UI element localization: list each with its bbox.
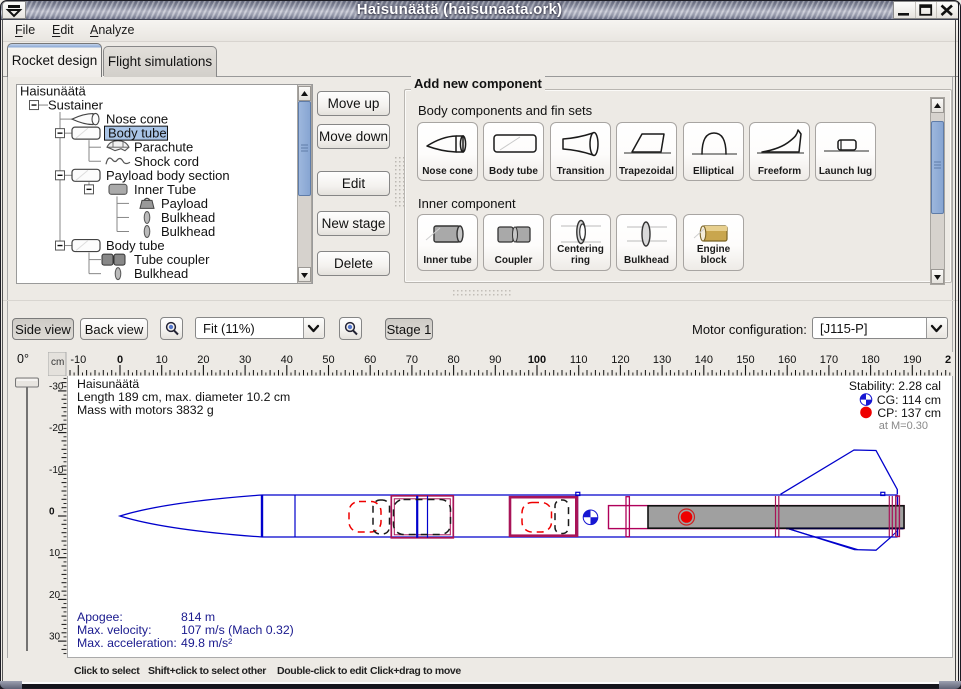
svg-text:Body tube: Body tube bbox=[106, 238, 165, 253]
svg-text:Sustainer: Sustainer bbox=[48, 98, 104, 113]
svg-text:Bulkhead: Bulkhead bbox=[161, 224, 215, 239]
svg-text:Payload: Payload bbox=[161, 196, 208, 211]
svg-text:49.8 m/s²: 49.8 m/s² bbox=[181, 636, 232, 650]
svg-text:Max. acceleration:: Max. acceleration: bbox=[77, 636, 177, 650]
svg-text:Payload body section: Payload body section bbox=[106, 168, 230, 183]
svg-text:Haisunäätä: Haisunäätä bbox=[20, 85, 87, 99]
svg-text:CP: 137 cm: CP: 137 cm bbox=[877, 406, 941, 420]
svg-text:Stability: 2.28 cal: Stability: 2.28 cal bbox=[849, 379, 941, 393]
svg-text:-20: -20 bbox=[49, 423, 64, 434]
svg-text:-10: -10 bbox=[49, 465, 64, 476]
svg-text:Length 189 cm, max. diameter 1: Length 189 cm, max. diameter 10.2 cm bbox=[77, 390, 290, 404]
svg-text:Shock cord: Shock cord bbox=[134, 154, 199, 169]
svg-text:cm: cm bbox=[51, 357, 64, 368]
svg-text:CG: 114 cm: CG: 114 cm bbox=[877, 393, 941, 407]
svg-text:Mass with motors 3832 g: Mass with motors 3832 g bbox=[77, 403, 214, 417]
svg-text:Parachute: Parachute bbox=[134, 140, 193, 155]
svg-text:Bulkhead: Bulkhead bbox=[161, 210, 215, 225]
svg-text:Max. velocity:: Max. velocity: bbox=[77, 623, 151, 637]
svg-text:0: 0 bbox=[49, 507, 55, 518]
svg-text:Apogee:: Apogee: bbox=[77, 610, 123, 624]
svg-text:814 m: 814 m bbox=[181, 610, 215, 624]
svg-text:Tube coupler: Tube coupler bbox=[134, 252, 210, 267]
svg-text:20: 20 bbox=[49, 590, 61, 601]
svg-text:10: 10 bbox=[49, 548, 61, 559]
svg-text:Nose cone: Nose cone bbox=[106, 112, 168, 127]
svg-text:107 m/s (Mach 0.32): 107 m/s (Mach 0.32) bbox=[181, 623, 294, 637]
svg-text:-30: -30 bbox=[49, 381, 64, 392]
svg-text:Haisunäätä: Haisunäätä bbox=[77, 377, 139, 391]
svg-text:30: 30 bbox=[49, 632, 61, 643]
svg-text:Inner Tube: Inner Tube bbox=[134, 182, 196, 197]
svg-text:Bulkhead: Bulkhead bbox=[134, 266, 188, 281]
svg-text:at M=0.30: at M=0.30 bbox=[879, 420, 928, 432]
svg-text:Body tube: Body tube bbox=[108, 126, 167, 141]
